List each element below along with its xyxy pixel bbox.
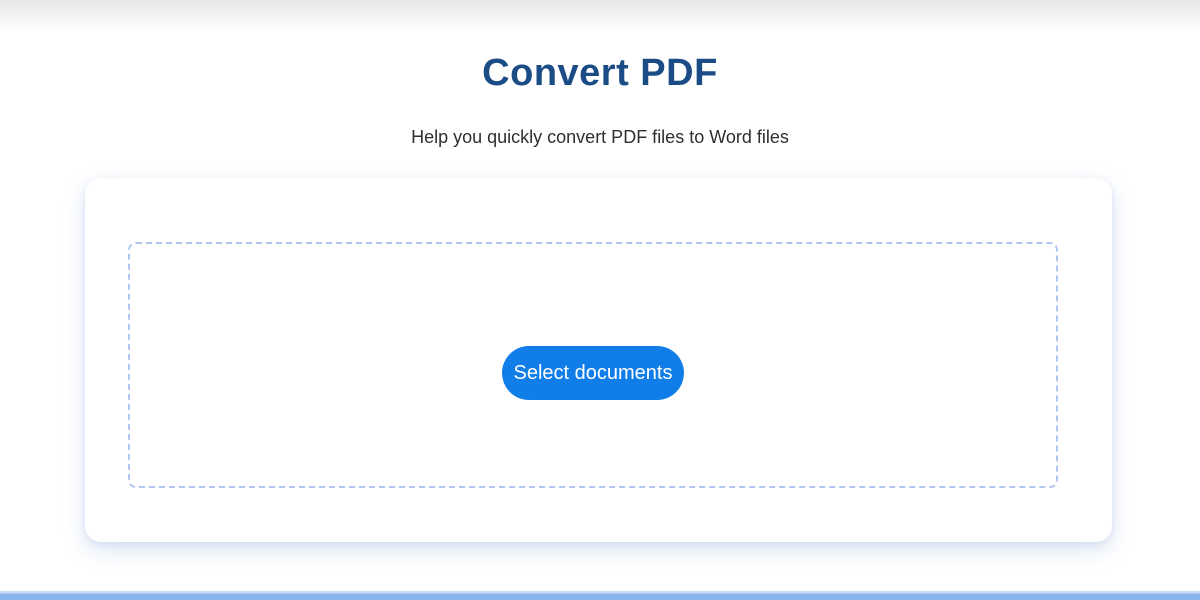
page-top-gradient [0, 0, 1200, 32]
select-documents-button[interactable]: Select documents [502, 346, 684, 400]
page-subtitle: Help you quickly convert PDF files to Wo… [0, 126, 1200, 149]
footer-top-strip [0, 591, 1200, 600]
upload-dropzone[interactable]: Select documents [128, 242, 1058, 488]
page-title: Convert PDF [0, 53, 1200, 95]
upload-card: Select documents [85, 178, 1112, 542]
